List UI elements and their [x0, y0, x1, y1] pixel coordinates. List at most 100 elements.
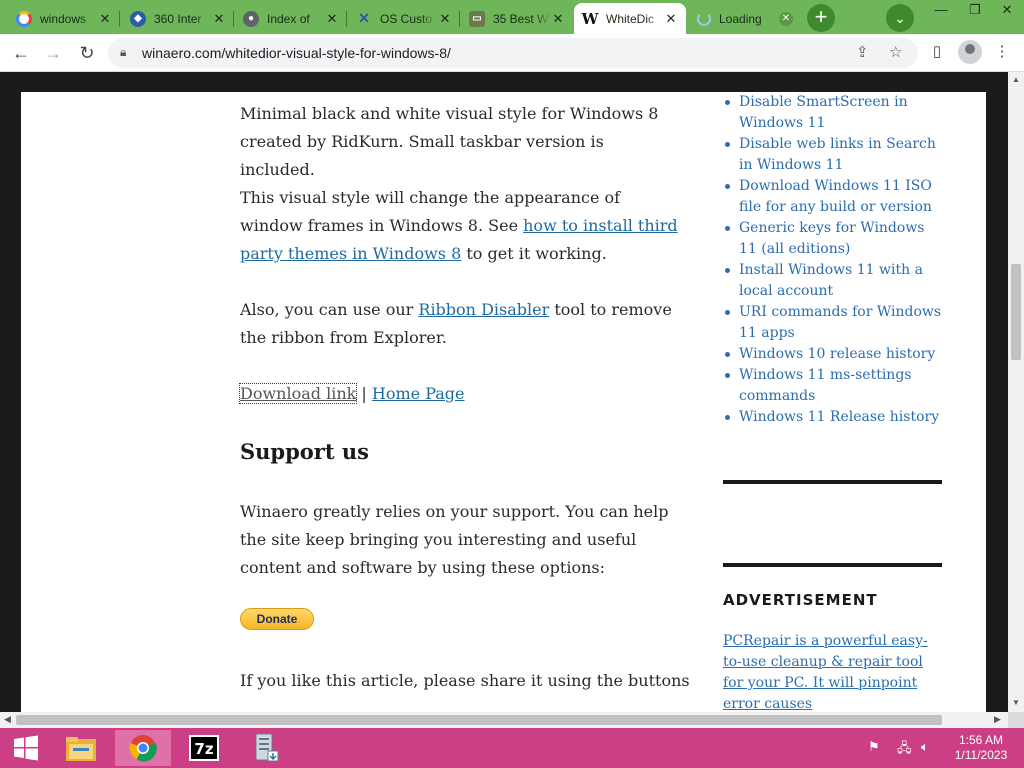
scrollbar-thumb[interactable]: [1011, 264, 1021, 360]
7zip-button[interactable]: 7z: [178, 730, 230, 766]
tab-loading[interactable]: Loading ✕: [689, 3, 801, 34]
side-panel-icon[interactable]: ▯: [926, 42, 948, 64]
reload-button[interactable]: ↻: [74, 40, 100, 66]
windows-logo-icon: [14, 735, 38, 761]
tab-35-best[interactable]: ▭ 35 Best W ✕: [461, 3, 573, 34]
close-icon[interactable]: ✕: [664, 11, 678, 27]
sidebar-link[interactable]: URI commands for Windows 11 apps: [723, 302, 943, 344]
address-bar[interactable]: 🔒︎ winaero.com/whitedior-visual-style-fo…: [108, 38, 918, 68]
close-icon[interactable]: ✕: [212, 11, 226, 27]
page-viewport: Minimal black and white visual style for…: [0, 72, 1008, 712]
text: to get it working.: [461, 244, 607, 263]
spinner-icon: [697, 11, 711, 26]
scrollbar-thumb[interactable]: [16, 715, 942, 725]
winaero-w-icon: W: [581, 9, 599, 28]
horizontal-scrollbar[interactable]: ◀ ▶: [0, 712, 1008, 728]
close-icon[interactable]: ✕: [779, 11, 793, 26]
app-button[interactable]: [240, 730, 292, 766]
tab-search-button[interactable]: ⌄: [886, 4, 914, 32]
tab-os-custo[interactable]: ✕ OS Custo ✕: [348, 3, 460, 34]
close-icon[interactable]: ✕: [98, 11, 112, 27]
scrollbar-corner: [1008, 712, 1024, 728]
forward-button[interactable]: →: [40, 40, 66, 66]
sidebar-link-list: Disable SmartScreen in Windows 11 Disabl…: [723, 92, 943, 428]
chrome-button[interactable]: [115, 730, 171, 766]
tab-label: 360 Inter: [154, 11, 202, 26]
sidebar-link[interactable]: Disable SmartScreen in Windows 11: [723, 92, 943, 134]
globe-icon: ●: [243, 10, 259, 27]
new-tab-button[interactable]: +: [807, 4, 835, 32]
action-center-flag-icon[interactable]: ⚑: [868, 739, 880, 755]
close-icon[interactable]: ✕: [325, 11, 339, 27]
advertisement-link[interactable]: PCRepair is a powerful easy-to-use clean…: [723, 631, 943, 712]
browser-toolbar: ← → ↻ 🔒︎ winaero.com/whitedior-visual-st…: [0, 34, 1024, 72]
clock-date: 1/11/2023: [954, 748, 1008, 762]
volume-icon[interactable]: 🔈︎: [921, 739, 929, 755]
sidebar-link[interactable]: Windows 10 release history: [723, 344, 943, 365]
tab-label: Index of: [267, 11, 310, 26]
article-paragraph: Also, you can use our Ribbon Disabler to…: [240, 296, 680, 352]
tab-label: 35 Best W: [493, 11, 549, 26]
scroll-down-arrow-icon[interactable]: ▼: [1008, 698, 1024, 707]
text: Also, you can use our: [240, 300, 419, 319]
folder-icon: [66, 737, 96, 761]
divider: [723, 563, 942, 567]
tab-strip: windows ✕ ◆ 360 Inter ✕ ● Index of ✕ ✕ O…: [0, 0, 1024, 34]
svg-text:7z: 7z: [194, 740, 213, 758]
sidebar-link[interactable]: Install Windows 11 with a local account: [723, 260, 943, 302]
tab-whitedior[interactable]: W WhiteDic ✕: [574, 3, 686, 34]
minimize-button[interactable]: —: [924, 0, 958, 22]
download-links: Download link | Home Page: [238, 380, 680, 408]
7zip-icon: 7z: [189, 735, 219, 761]
start-button[interactable]: [0, 730, 52, 766]
bookmark-star-icon[interactable]: ☆: [889, 43, 902, 61]
google-icon: [16, 10, 32, 27]
profile-avatar[interactable]: [958, 40, 982, 64]
support-text: Winaero greatly relies on your support. …: [240, 502, 669, 577]
tab-360-inter[interactable]: ◆ 360 Inter ✕: [122, 3, 234, 34]
sidebar-link[interactable]: Generic keys for Windows 11 (all edition…: [723, 218, 943, 260]
file-explorer-button[interactable]: [55, 730, 107, 766]
taskbar: 7z ⚑ 🖧︎ 🔈︎ 1:56 AM 1/11/2023: [0, 728, 1024, 768]
url-text: winaero.com/whitedior-visual-style-for-w…: [142, 45, 451, 61]
download-link[interactable]: Download link: [238, 383, 358, 404]
scroll-right-arrow-icon[interactable]: ▶: [994, 714, 1001, 725]
compass-icon: ◆: [130, 10, 146, 27]
close-icon[interactable]: ✕: [551, 11, 565, 27]
sidebar-link[interactable]: Disable web links in Search in Windows 1…: [723, 134, 943, 176]
scroll-up-arrow-icon[interactable]: ▲: [1008, 75, 1024, 84]
tab-label: OS Custo: [380, 11, 433, 26]
close-icon[interactable]: ✕: [438, 11, 452, 27]
restore-button[interactable]: ❐: [958, 0, 992, 22]
clock-time: 1:56 AM: [958, 733, 1004, 747]
close-window-button[interactable]: ✕: [990, 0, 1024, 22]
sidebar-link[interactable]: Download Windows 11 ISO file for any bui…: [723, 176, 943, 218]
support-heading: Support us: [240, 439, 369, 464]
home-page-link[interactable]: Home Page: [372, 384, 465, 403]
ribbon-disabler-link[interactable]: Ribbon Disabler: [418, 300, 549, 319]
scroll-left-arrow-icon[interactable]: ◀: [4, 714, 11, 725]
article-paragraph: This visual style will change the appear…: [240, 184, 680, 268]
chrome-icon: [129, 735, 157, 762]
sidebar-link[interactable]: Windows 11 Release history: [723, 407, 943, 428]
share-icon[interactable]: ⇪: [856, 43, 869, 61]
sidebar-link[interactable]: Windows 11 ms-settings commands: [723, 365, 943, 407]
x-logo-icon: ✕: [358, 10, 370, 26]
menu-icon[interactable]: ⋮: [991, 42, 1013, 64]
article-paragraph: Minimal black and white visual style for…: [240, 104, 659, 179]
vertical-scrollbar[interactable]: ▲ ▼: [1008, 72, 1024, 712]
system-clock[interactable]: 1:56 AM 1/11/2023: [950, 733, 1012, 763]
tab-label: Loading: [719, 11, 762, 26]
divider: [723, 480, 942, 484]
donate-button[interactable]: Donate: [240, 608, 314, 630]
monitor-icon: ▭: [469, 10, 485, 27]
network-icon[interactable]: 🖧︎: [897, 739, 912, 761]
share-text: If you like this article, please share i…: [240, 671, 690, 690]
server-icon: [255, 733, 279, 762]
tab-index-of[interactable]: ● Index of ✕: [235, 3, 347, 34]
advertisement-heading: ADVERTISEMENT: [723, 591, 878, 609]
lock-icon: 🔒︎: [120, 45, 127, 59]
sidebar: Disable SmartScreen in Windows 11 Disabl…: [723, 92, 943, 428]
back-button[interactable]: ←: [8, 40, 34, 66]
tab-windows[interactable]: windows ✕: [8, 3, 120, 34]
